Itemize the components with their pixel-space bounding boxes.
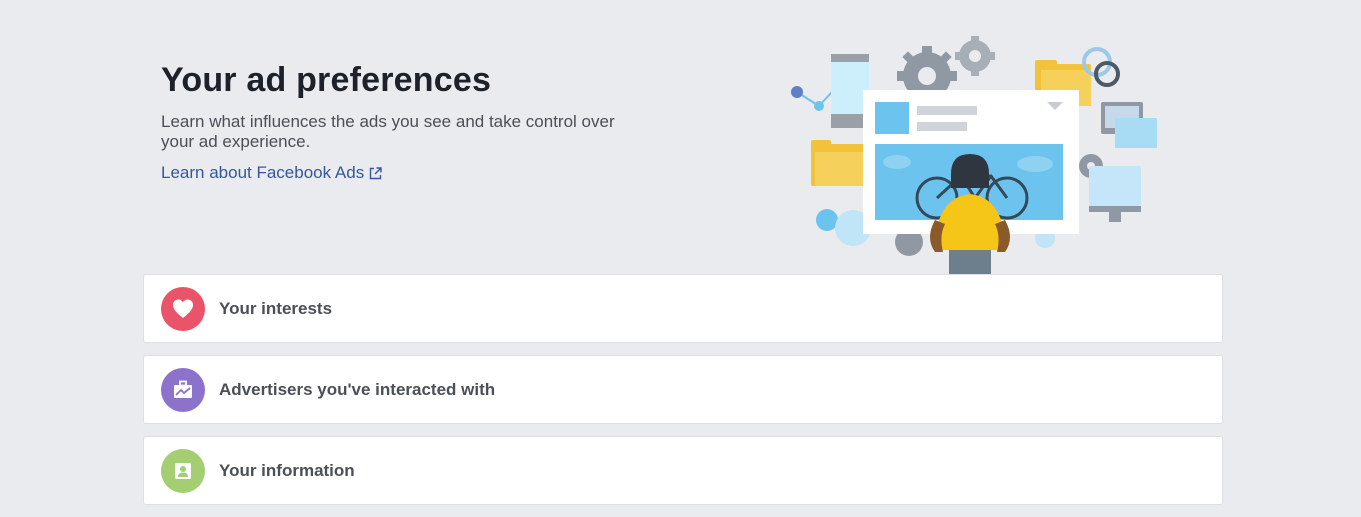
preference-sections: Your interests Advertisers you've intera…: [143, 274, 1223, 517]
ad-preferences-illustration: [785, 30, 1165, 274]
your-information-label: Your information: [219, 460, 355, 480]
briefcase-icon: [161, 367, 205, 412]
advertisers-card[interactable]: Advertisers you've interacted with: [143, 355, 1223, 424]
heart-icon: [161, 286, 205, 331]
advertisers-label: Advertisers you've interacted with: [219, 379, 496, 399]
page-subtitle: Learn what influences the ads you see an…: [161, 112, 615, 151]
your-interests-card[interactable]: Your interests: [143, 274, 1223, 343]
your-information-card[interactable]: Your information: [143, 436, 1223, 505]
contact-card-icon: [161, 448, 205, 493]
learn-link-label: Learn about Facebook Ads: [161, 163, 365, 182]
learn-about-facebook-ads-link[interactable]: Learn about Facebook Ads: [161, 163, 383, 183]
page-title: Your ad preferences: [161, 61, 492, 99]
external-link-icon: [368, 166, 383, 181]
header: Your ad preferences Learn what influence…: [161, 58, 681, 183]
your-interests-label: Your interests: [219, 298, 333, 318]
